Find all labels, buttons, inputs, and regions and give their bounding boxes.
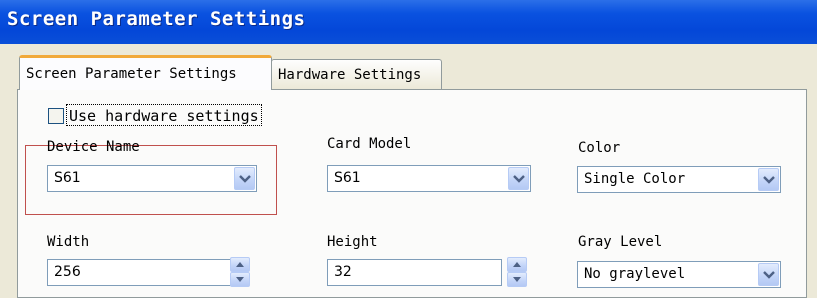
window-title: Screen Parameter Settings [7, 8, 306, 30]
width-spin-down-button[interactable] [230, 272, 250, 287]
width-spinner[interactable] [230, 257, 250, 287]
chevron-down-icon [763, 176, 775, 184]
card-model-label: Card Model [327, 136, 412, 152]
tab-hardware-settings[interactable]: Hardware Settings [271, 59, 442, 89]
chevron-down-icon [513, 175, 525, 183]
device-name-label: Device Name [47, 139, 140, 155]
height-label: Height [327, 234, 378, 250]
arrow-down-icon [236, 277, 244, 282]
arrow-up-icon [513, 262, 521, 267]
gray-level-select[interactable]: No graylevel [577, 261, 781, 288]
use-hardware-label[interactable]: Use hardware settings [66, 104, 262, 126]
title-bar[interactable]: Screen Parameter Settings [0, 0, 817, 44]
height-spin-up-button[interactable] [507, 257, 527, 272]
color-select[interactable]: Single Color [577, 166, 781, 193]
color-value: Single Color [584, 171, 686, 187]
width-value: 256 [54, 264, 81, 280]
arrow-up-icon [236, 262, 244, 267]
card-model-dropdown-button[interactable] [508, 167, 529, 190]
device-name-dropdown-button[interactable] [234, 167, 255, 190]
chevron-down-icon [239, 175, 251, 183]
tab-screen-parameter-settings[interactable]: Screen Parameter Settings [19, 55, 272, 90]
gray-level-value: No graylevel [584, 266, 686, 282]
width-label: Width [47, 234, 90, 250]
height-spinner[interactable] [507, 257, 527, 287]
gray-level-dropdown-button[interactable] [758, 263, 779, 286]
gray-level-label: Gray Level [578, 234, 663, 250]
device-name-value: S61 [54, 170, 81, 186]
height-value: 32 [334, 264, 352, 280]
height-spin-down-button[interactable] [507, 272, 527, 287]
use-hardware-checkbox[interactable] [48, 108, 64, 124]
width-spin-up-button[interactable] [230, 257, 250, 272]
card-model-select[interactable]: S61 [327, 165, 531, 192]
card-model-value: S61 [334, 170, 361, 186]
height-input[interactable]: 32 [327, 259, 502, 286]
chevron-down-icon [763, 271, 775, 279]
color-dropdown-button[interactable] [758, 168, 779, 191]
width-input[interactable]: 256 [47, 259, 239, 286]
device-name-select[interactable]: S61 [47, 165, 257, 192]
color-label: Color [578, 140, 621, 156]
arrow-down-icon [513, 277, 521, 282]
